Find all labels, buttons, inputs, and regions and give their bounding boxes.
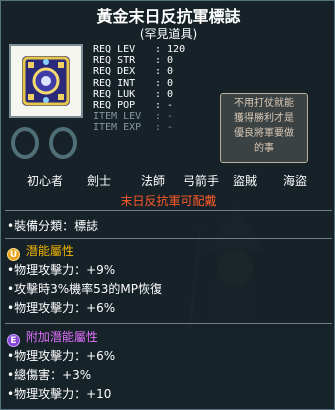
potential-line: •物理攻擊力：+9%	[7, 263, 116, 277]
req-str-row: REQ STR: 0	[93, 55, 174, 67]
job-bowman: 弓箭手	[183, 174, 220, 188]
job-list: 初心者 劍士 法師 弓箭手 盜賊 海盜	[1, 172, 335, 188]
background-ring-icon	[11, 127, 77, 159]
job-warrior: 劍士	[87, 174, 112, 188]
bonus-potential-title: 附加潛能屬性	[25, 330, 98, 344]
unique-rank-icon: U	[7, 248, 20, 261]
item-tooltip: 黃金末日反抗軍標誌 (罕見道具) REQ LEV: 120 REQ STR: 0…	[0, 0, 335, 410]
req-int-row: REQ INT: 0	[93, 77, 174, 89]
job-magician: 法師	[141, 174, 166, 188]
bonus-potential-line: •物理攻擊力：+10	[7, 387, 112, 401]
potential-line: •攻擊時3%機率53的MP恢復	[7, 282, 162, 296]
job-beginner: 初心者	[27, 174, 64, 188]
bonus-potential-line: •總傷害：+3%	[7, 368, 92, 382]
divider	[5, 210, 332, 211]
potential-title: 潛能屬性	[25, 244, 74, 258]
req-lev-row: REQ LEV: 120	[93, 44, 186, 55]
item-icon-frame	[9, 44, 83, 118]
equip-restriction-text: 末日反抗軍可配戴	[120, 194, 217, 208]
epic-rank-icon: E	[7, 334, 20, 347]
item-title: 黃金末日反抗軍標誌	[96, 7, 241, 26]
req-dex-row: REQ DEX: 0	[93, 66, 174, 78]
potential-line: •物理攻擊力：+6%	[7, 301, 116, 315]
item-lev-row: ITEM LEV: -	[93, 111, 174, 123]
gold-resistance-emblem-icon	[22, 56, 70, 106]
bonus-potential-header: E 附加潛能屬性	[7, 328, 98, 347]
equipment-category: •裝備分類：標誌	[7, 219, 99, 233]
divider	[5, 238, 332, 239]
divider	[5, 323, 332, 324]
req-pop-row: REQ POP: -	[93, 99, 174, 111]
background-quote-sign: 不用打仗就能 獲得勝利才是 優良將軍要做 的事	[220, 93, 308, 163]
job-thief: 盜賊	[233, 174, 258, 188]
req-luk-row: REQ LUK: 0	[93, 88, 174, 100]
potential-header: U 潛能屬性	[7, 242, 74, 261]
bonus-potential-line: •物理攻擊力：+6%	[7, 349, 116, 363]
job-pirate: 海盜	[283, 174, 308, 188]
item-exp-row: ITEM EXP: -	[93, 122, 174, 134]
item-rarity: (罕見道具)	[139, 27, 198, 41]
background-quote-text: 不用打仗就能 獲得勝利才是 優良將軍要做 的事	[234, 98, 294, 154]
requirements-list: REQ LEV: 120 REQ STR: 0 REQ DEX: 0 REQ I…	[93, 44, 185, 134]
